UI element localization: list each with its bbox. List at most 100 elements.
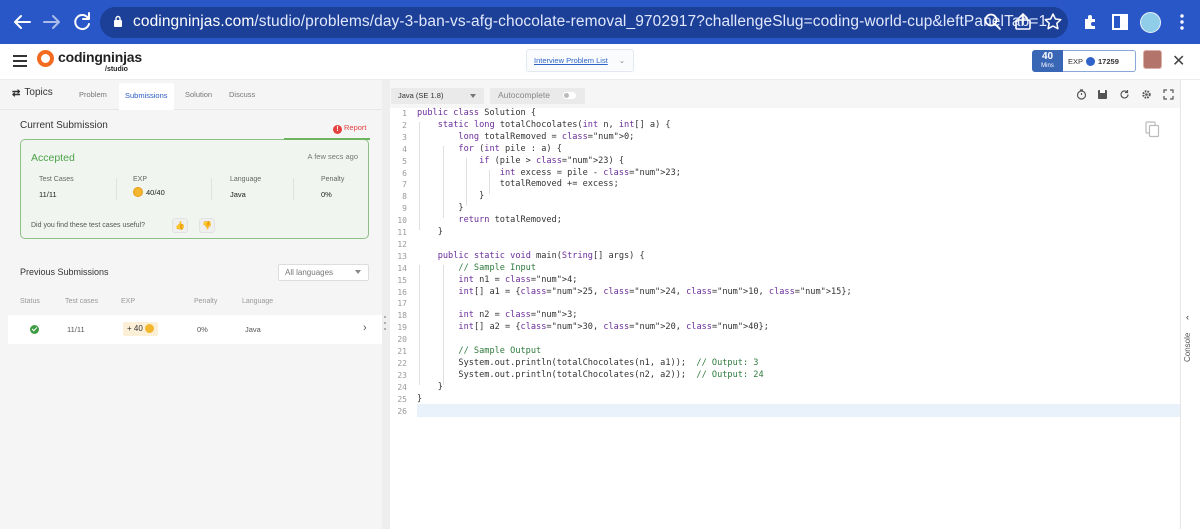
code-line[interactable]: public static void main(String[] args) { (417, 251, 645, 263)
row-test-cases: 11/11 (67, 325, 85, 334)
exp-badge[interactable]: EXP 17259 (1063, 50, 1136, 72)
splitter-grip (384, 328, 386, 330)
language-select[interactable]: Java (SE 1.8) (391, 88, 484, 104)
back-icon[interactable] (10, 10, 34, 34)
save-icon[interactable] (1097, 89, 1108, 100)
previous-submissions-title: Previous Submissions (20, 267, 109, 277)
line-number: 21 (397, 347, 407, 356)
splitter-grip (384, 316, 386, 318)
language-select-value: Java (SE 1.8) (398, 91, 444, 100)
fullscreen-icon[interactable] (1163, 89, 1174, 100)
code-line[interactable]: int[] a2 = {class="num">30, class="num">… (417, 322, 769, 334)
tab-discuss[interactable]: Discuss (229, 90, 255, 99)
line-number: 16 (397, 287, 407, 297)
table-row[interactable]: 11/11 + 40 0% Java › (8, 315, 382, 344)
language-label: Language (230, 176, 262, 183)
code-line[interactable]: } (417, 227, 443, 239)
interview-problem-list-dropdown[interactable]: Interview Problem List ⌄ (526, 49, 634, 72)
browser-menu-icon[interactable] (1172, 12, 1192, 32)
code-line[interactable]: System.out.println(totalChocolates(n1, a… (417, 358, 758, 370)
code-line[interactable]: for (int pile : a) { (417, 144, 562, 156)
code-line[interactable]: long totalRemoved = class="num">0; (417, 132, 634, 144)
close-icon[interactable]: ✕ (1172, 51, 1185, 71)
url-text[interactable]: codingninjas.com/studio/problems/day-3-b… (133, 13, 1047, 31)
console-toggle[interactable]: Console (1182, 332, 1198, 374)
line-number: 9 (402, 204, 407, 214)
level-badge[interactable]: 40 Mins (1032, 50, 1063, 72)
line-number: 1 (402, 109, 407, 118)
code-line[interactable]: // Sample Input (417, 263, 536, 275)
forward-icon[interactable] (40, 10, 64, 34)
exp-label: EXP (1068, 57, 1084, 66)
report-label: Report (344, 123, 367, 132)
zoom-icon[interactable] (983, 12, 1003, 32)
code-line[interactable]: System.out.println(totalChocolates(n2, a… (417, 370, 763, 382)
exp-value: 17259 (1098, 57, 1119, 66)
code-line[interactable]: } (417, 394, 422, 406)
hamburger-menu-icon[interactable] (13, 55, 27, 67)
topics-button[interactable]: ⇄ Topics (12, 87, 53, 99)
row-language: Java (245, 325, 261, 334)
thumbs-down-icon[interactable]: 👎 (199, 218, 215, 233)
panel-splitter[interactable] (382, 80, 390, 529)
code-line[interactable]: } (417, 191, 484, 203)
timer-icon[interactable] (1076, 89, 1087, 100)
code-line[interactable]: public class Solution { (417, 108, 536, 120)
logo-text[interactable]: codingninjas (58, 49, 142, 65)
code-line[interactable]: if (pile > class="num">23) { (417, 156, 624, 168)
url-path: /studio/problems/day-3-ban-vs-afg-chocol… (254, 13, 1048, 30)
chevron-down-icon: ⌄ (619, 58, 625, 65)
console-label: Console (1183, 332, 1192, 362)
exp-coin-icon (144, 324, 154, 333)
column-test-cases: Test cases (65, 298, 99, 305)
side-panel-icon[interactable] (1110, 12, 1130, 32)
browser-profile-avatar[interactable] (1140, 12, 1161, 33)
console-panel[interactable] (1180, 80, 1200, 529)
chevron-left-icon[interactable]: ‹ (1186, 312, 1189, 322)
submission-status: Accepted (31, 152, 75, 164)
logo-icon[interactable] (37, 50, 54, 67)
extensions-icon[interactable] (1081, 12, 1101, 32)
settings-gear-icon[interactable] (1141, 89, 1152, 100)
chevron-down-icon (355, 270, 361, 274)
copy-icon[interactable] (1145, 121, 1160, 138)
level-label: Mins (1041, 63, 1054, 69)
code-line[interactable]: } (417, 382, 443, 394)
code-line[interactable]: // Sample Output (417, 346, 541, 358)
column-language: Language (242, 298, 274, 305)
code-line[interactable]: static long totalChocolates(int n, int[]… (417, 120, 671, 132)
reset-icon[interactable] (1119, 89, 1130, 100)
tab-submissions[interactable]: Submissions (119, 83, 174, 110)
stat-divider (293, 178, 294, 200)
code-line[interactable]: int n1 = class="num">4; (417, 275, 577, 287)
report-button[interactable]: ! Report (333, 123, 367, 134)
tab-solution[interactable]: Solution (185, 90, 212, 99)
language-filter-select[interactable]: All languages (278, 264, 369, 281)
topics-label: Topics (24, 87, 53, 98)
line-number: 25 (397, 394, 407, 404)
bookmark-star-icon[interactable] (1043, 12, 1063, 32)
code-line[interactable]: int n2 = class="num">3; (417, 310, 577, 322)
line-number: 24 (397, 382, 407, 392)
lock-icon[interactable] (113, 15, 123, 28)
thumbs-up-icon[interactable]: 👍 (172, 218, 188, 233)
code-line[interactable]: totalRemoved += excess; (417, 179, 619, 191)
exp-stat-label: EXP (133, 176, 148, 183)
code-line[interactable]: } (417, 203, 463, 215)
reload-icon[interactable] (70, 10, 94, 34)
stat-divider (211, 178, 212, 200)
line-number: 5 (402, 156, 407, 166)
share-icon[interactable] (1013, 12, 1033, 32)
code-line[interactable]: int excess = pile - class="num">23; (417, 168, 681, 180)
line-number: 12 (397, 239, 407, 249)
tab-problem[interactable]: Problem (79, 90, 107, 99)
line-number: 8 (402, 192, 407, 202)
code-line[interactable]: return totalRemoved; (417, 215, 561, 227)
chevron-right-icon[interactable]: › (363, 322, 367, 334)
exp-coin-icon (1086, 57, 1096, 66)
user-avatar[interactable] (1143, 50, 1162, 69)
code-line[interactable]: int[] a1 = {class="num">25, class="num">… (417, 287, 851, 299)
left-panel: ⇄ Topics Problem Submissions Solution Dis… (0, 80, 382, 529)
autocomplete-switch[interactable] (563, 92, 576, 99)
line-number: 3 (402, 132, 407, 142)
